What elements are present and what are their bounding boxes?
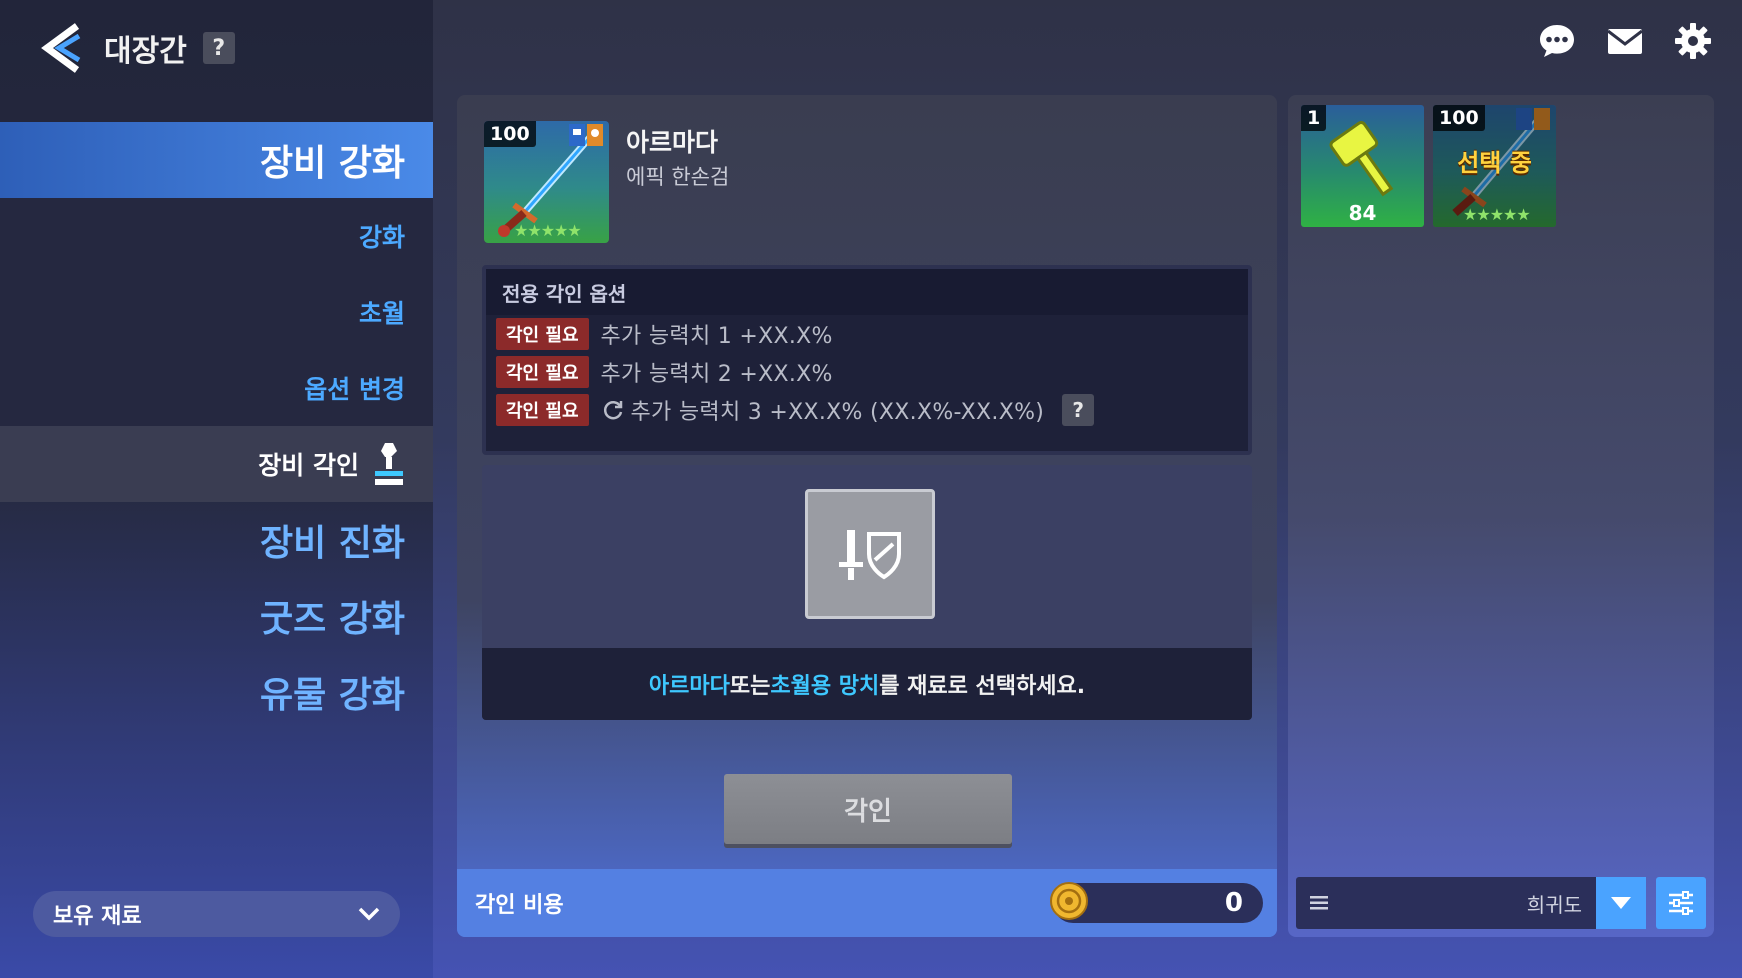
cost-value: 0: [1224, 888, 1243, 918]
sort-label: 희귀도: [1526, 892, 1582, 917]
sort-order-button[interactable]: [1596, 877, 1646, 929]
submenu-enhance[interactable]: 강화: [0, 198, 433, 274]
material-slot-area: 아르마다 또는 초월용 망치 를 재료로 선택하세요.: [482, 465, 1252, 720]
item-type: 에픽 한손검: [626, 165, 730, 189]
back-arrow-icon: [41, 23, 81, 73]
submenu-option-change-label: 옵션 변경: [304, 375, 405, 404]
hint-text-end: 를 재료로 선택하세요.: [879, 674, 1086, 699]
engrave-panel: 100 ★★★★★ 아르마다 에픽 한손검 전용 각인 옵션 각인 필요 추가 …: [457, 95, 1277, 937]
materials-label: 보유 재료: [53, 904, 142, 929]
engrave-required-tag: 각인 필요: [496, 318, 589, 350]
submenu-engrave[interactable]: 장비 각인: [0, 426, 433, 502]
menu-goods-upgrade[interactable]: 굿즈 강화: [0, 578, 433, 654]
item-stars: ★★★★★: [1463, 205, 1531, 224]
gold-coin-icon: [1050, 882, 1088, 920]
option-text: 추가 능력치 3 +XX.X% (XX.X%-XX.X%): [630, 400, 1045, 425]
hint-text-mid: 또는: [729, 674, 771, 699]
filter-button[interactable]: [1656, 877, 1706, 929]
inventory-item-count: 84: [1348, 201, 1377, 225]
slot-hint: 아르마다 또는 초월용 망치 를 재료로 선택하세요.: [482, 648, 1252, 720]
settings-gear-icon[interactable]: [1674, 22, 1712, 60]
top-icons: [1538, 22, 1712, 60]
chisel-icon: [375, 443, 403, 485]
menu-relic-upgrade[interactable]: 유물 강화: [0, 654, 433, 730]
option-help-button[interactable]: ?: [1062, 394, 1095, 426]
selected-item-card[interactable]: 100 ★★★★★: [484, 121, 609, 243]
option-row: 각인 필요 추가 능력치 3 +XX.X% (XX.X%-XX.X%) ?: [486, 391, 1248, 429]
help-button[interactable]: ?: [202, 32, 235, 64]
inventory-item-hammer[interactable]: 1 84: [1301, 105, 1424, 227]
engrave-options-box: 전용 각인 옵션 각인 필요 추가 능력치 1 +XX.X% 각인 필요 추가 …: [482, 265, 1252, 455]
sliders-icon: [1669, 891, 1693, 915]
item-name: 아르마다: [626, 128, 719, 157]
option-text: 추가 능력치 1 +XX.X%: [600, 324, 833, 349]
submenu-option-change[interactable]: 옵션 변경: [0, 350, 433, 426]
submenu-engrave-label: 장비 각인: [258, 451, 359, 480]
sidebar: 대장간 ? 장비 강화 강화 초월 옵션 변경 장비 각인 장비 진화 굿즈 강…: [0, 0, 433, 978]
refresh-icon: [603, 401, 622, 420]
option-row: 각인 필요 추가 능력치 1 +XX.X%: [486, 315, 1248, 353]
engrave-button[interactable]: 각인: [724, 774, 1012, 844]
forge-menu: 장비 강화 강화 초월 옵션 변경 장비 각인 장비 진화 굿즈 강화 유물 강…: [0, 122, 433, 730]
materials-dropdown[interactable]: 보유 재료: [33, 891, 400, 937]
menu-equipment-upgrade-label: 장비 강화: [259, 143, 405, 184]
submenu-transcend-label: 초월: [358, 299, 405, 328]
sort-field[interactable]: 희귀도: [1296, 877, 1596, 929]
submenu-transcend[interactable]: 초월: [0, 274, 433, 350]
submenu-group: 강화 초월 옵션 변경 장비 각인: [0, 198, 433, 502]
header: 대장간 ?: [36, 18, 235, 78]
engrave-required-tag: 각인 필요: [496, 394, 589, 426]
submenu-enhance-label: 강화: [358, 223, 405, 252]
item-level-badge: 100: [484, 121, 536, 147]
back-button[interactable]: [36, 19, 86, 77]
sort-bar: 희귀도: [1296, 877, 1706, 929]
list-icon: [1310, 896, 1328, 910]
sword-shield-icon: [839, 530, 901, 580]
menu-equipment-evolve[interactable]: 장비 진화: [0, 502, 433, 578]
menu-relic-upgrade-label: 유물 강화: [259, 675, 405, 716]
hint-item-name: 아르마다: [648, 674, 730, 699]
inventory-item-badge: 100: [1433, 105, 1485, 131]
chevron-down-icon: [358, 907, 380, 921]
menu-equipment-upgrade[interactable]: 장비 강화: [0, 122, 433, 198]
chat-icon[interactable]: [1538, 22, 1576, 60]
cost-value-pill: 0: [1050, 882, 1263, 923]
menu-goods-upgrade-label: 굿즈 강화: [259, 599, 405, 640]
engrave-required-tag: 각인 필요: [496, 356, 589, 388]
inventory-item-badge: 1: [1301, 105, 1327, 131]
banner-icon: [569, 124, 603, 146]
material-slot[interactable]: [805, 489, 935, 619]
option-row: 각인 필요 추가 능력치 2 +XX.X%: [486, 353, 1248, 391]
option-text: 추가 능력치 2 +XX.X%: [600, 362, 833, 387]
menu-equipment-evolve-label: 장비 진화: [259, 523, 405, 564]
hint-hammer-name: 초월용 망치: [770, 674, 880, 699]
mail-icon[interactable]: [1606, 22, 1644, 60]
item-stars: ★★★★★: [514, 221, 582, 240]
engrave-cost-bar: 각인 비용 0: [457, 869, 1277, 937]
triangle-down-icon: [1611, 897, 1631, 909]
inventory-item-armada[interactable]: 100 선택 중 ★★★★★: [1433, 105, 1556, 227]
selected-status: 선택 중: [1457, 149, 1532, 177]
page-title: 대장간: [104, 34, 187, 69]
cost-label: 각인 비용: [475, 893, 564, 918]
inventory-panel: 1 84 100 선택 중 ★★★★★ 희귀도: [1288, 95, 1714, 937]
options-header: 전용 각인 옵션: [486, 269, 1248, 315]
